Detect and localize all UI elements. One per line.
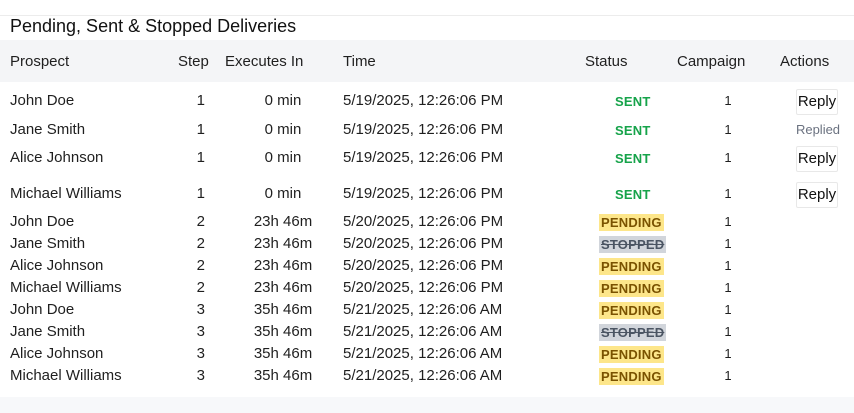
time-cell: 5/21/2025, 12:26:06 AM: [343, 345, 503, 362]
step-cell: 2: [196, 213, 205, 230]
top-strip: [0, 0, 854, 15]
campaign-cell: 1: [724, 236, 732, 251]
column-header-time: Time: [343, 53, 376, 70]
time-cell: 5/19/2025, 12:26:06 PM: [343, 185, 504, 202]
campaign-cell: 1: [724, 122, 732, 137]
step-cell: 2: [196, 257, 205, 274]
prospect-cell: Michael Williams: [10, 185, 122, 202]
prospect-cell: John Doe: [10, 301, 75, 318]
prospect-cell: Jane Smith: [10, 235, 86, 252]
executes-in-cell: 0 min: [264, 185, 302, 202]
executes-in-cell: 0 min: [264, 121, 302, 138]
executes-in-cell: 23h 46m: [253, 279, 313, 296]
step-cell: 1: [196, 92, 205, 109]
status-badge: PENDING: [599, 302, 664, 319]
step-cell: 1: [196, 149, 205, 166]
time-cell: 5/19/2025, 12:26:06 PM: [343, 149, 504, 166]
page-title: Pending, Sent & Stopped Deliveries: [10, 16, 297, 36]
executes-in-cell: 23h 46m: [253, 235, 313, 252]
campaign-cell: 1: [724, 302, 732, 317]
time-cell: 5/20/2025, 12:26:06 PM: [343, 279, 504, 296]
time-cell: 5/20/2025, 12:26:06 PM: [343, 235, 504, 252]
time-cell: 5/20/2025, 12:26:06 PM: [343, 213, 504, 230]
status-badge: PENDING: [599, 258, 664, 275]
time-cell: 5/21/2025, 12:26:06 AM: [343, 301, 503, 318]
reply-button[interactable]: Reply: [796, 182, 838, 208]
campaign-cell: 1: [724, 280, 732, 295]
column-header-campaign: Campaign: [677, 53, 746, 70]
campaign-cell: 1: [724, 186, 732, 201]
step-cell: 1: [196, 121, 205, 138]
prospect-cell: John Doe: [10, 213, 75, 230]
reply-button[interactable]: Reply: [796, 146, 838, 172]
campaign-cell: 1: [724, 258, 732, 273]
status-badge: SENT: [615, 151, 651, 166]
step-cell: 2: [196, 235, 205, 252]
status-badge: STOPPED: [599, 236, 667, 253]
executes-in-cell: 35h 46m: [253, 323, 313, 340]
column-header-status: Status: [585, 53, 628, 70]
step-cell: 3: [196, 345, 205, 362]
time-cell: 5/20/2025, 12:26:06 PM: [343, 257, 504, 274]
prospect-cell: Jane Smith: [10, 121, 86, 138]
step-cell: 3: [196, 301, 205, 318]
campaign-cell: 1: [724, 214, 732, 229]
campaign-cell: 1: [724, 368, 732, 383]
prospect-cell: Alice Johnson: [10, 257, 104, 274]
executes-in-cell: 23h 46m: [253, 213, 313, 230]
time-cell: 5/19/2025, 12:26:06 PM: [343, 121, 504, 138]
time-cell: 5/19/2025, 12:26:06 PM: [343, 92, 504, 109]
status-badge: PENDING: [599, 368, 664, 385]
step-cell: 1: [196, 185, 205, 202]
column-header-prospect: Prospect: [10, 53, 70, 70]
executes-in-cell: 35h 46m: [253, 301, 313, 318]
prospect-cell: Jane Smith: [10, 323, 86, 340]
campaign-cell: 1: [724, 346, 732, 361]
status-badge: SENT: [615, 123, 651, 138]
executes-in-cell: 35h 46m: [253, 345, 313, 362]
executes-in-cell: 0 min: [264, 149, 302, 166]
column-header-executes-in: Executes In: [225, 53, 304, 70]
step-cell: 3: [196, 367, 205, 384]
prospect-cell: Alice Johnson: [10, 149, 104, 166]
status-badge: SENT: [615, 94, 651, 109]
reply-button[interactable]: Reply: [796, 89, 838, 115]
step-cell: 2: [196, 279, 205, 296]
prospect-cell: John Doe: [10, 92, 75, 109]
executes-in-cell: 0 min: [264, 92, 302, 109]
replied-label: Replied: [794, 118, 842, 142]
campaign-cell: 1: [724, 93, 732, 108]
campaign-cell: 1: [724, 150, 732, 165]
prospect-cell: Michael Williams: [10, 367, 122, 384]
column-header-step: Step: [178, 53, 209, 70]
executes-in-cell: 23h 46m: [253, 257, 313, 274]
step-cell: 3: [196, 323, 205, 340]
prospect-cell: Alice Johnson: [10, 345, 104, 362]
status-badge: SENT: [615, 187, 651, 202]
campaign-cell: 1: [724, 324, 732, 339]
status-badge: PENDING: [599, 280, 664, 297]
column-header-actions: Actions: [780, 53, 830, 70]
prospect-cell: Michael Williams: [10, 279, 122, 296]
status-badge: PENDING: [599, 346, 664, 363]
executes-in-cell: 35h 46m: [253, 367, 313, 384]
status-badge: PENDING: [599, 214, 664, 231]
time-cell: 5/21/2025, 12:26:06 AM: [343, 323, 503, 340]
status-badge: STOPPED: [599, 324, 667, 341]
time-cell: 5/21/2025, 12:26:06 AM: [343, 367, 503, 384]
